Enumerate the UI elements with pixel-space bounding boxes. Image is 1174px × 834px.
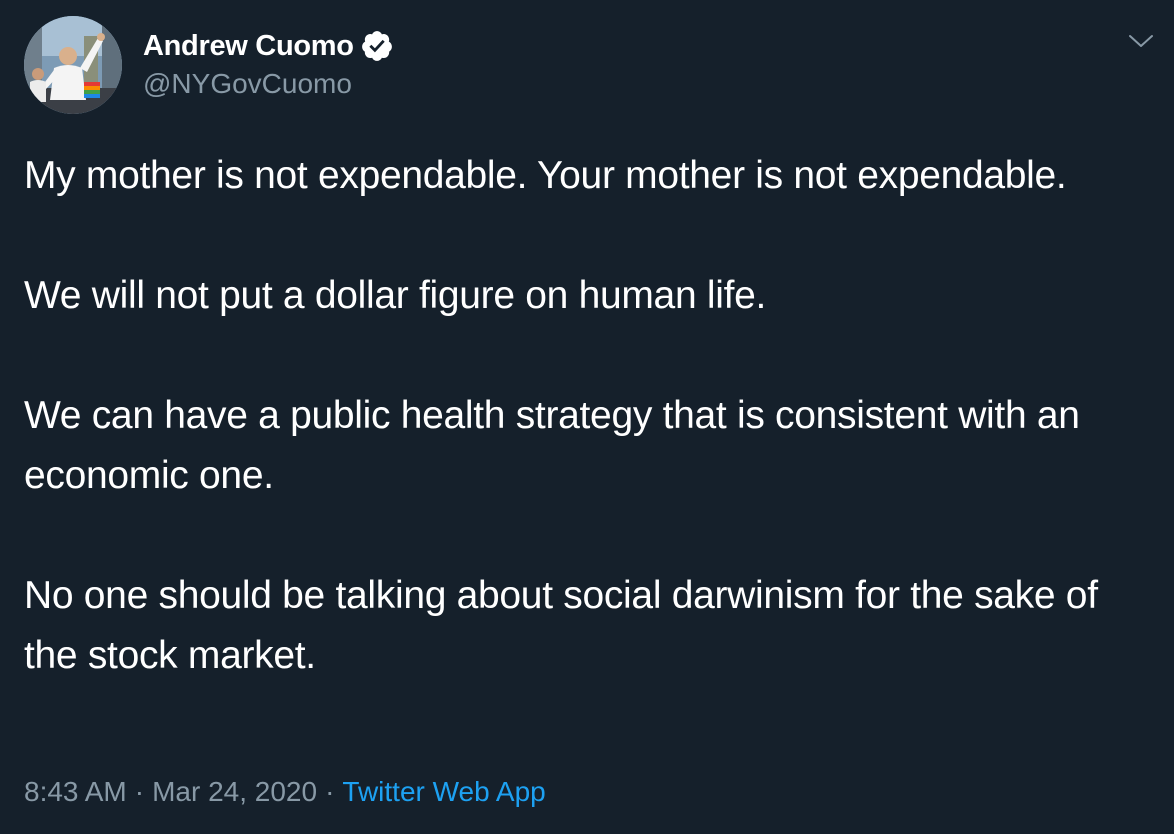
author-name[interactable]: Andrew Cuomo <box>143 28 354 64</box>
avatar[interactable] <box>24 16 122 114</box>
separator: · <box>325 776 335 807</box>
tweet-card: Andrew Cuomo @NYGovCuomo My mother is no… <box>0 0 1174 834</box>
tweet-source-link[interactable]: Twitter Web App <box>342 776 545 807</box>
avatar-photo <box>24 16 122 114</box>
tweet-paragraph: We will not put a dollar figure on human… <box>24 274 767 317</box>
tweet-date[interactable]: Mar 24, 2020 <box>152 776 317 807</box>
tweet-paragraph: My mother is not expendable. Your mother… <box>24 154 1067 197</box>
tweet-time[interactable]: 8:43 AM <box>24 776 127 807</box>
author-name-row[interactable]: Andrew Cuomo <box>143 28 394 64</box>
tweet-paragraph: We can have a public health strategy tha… <box>24 394 1080 497</box>
chevron-down-icon[interactable] <box>1126 26 1156 56</box>
separator: · <box>134 776 145 807</box>
author-handle[interactable]: @NYGovCuomo <box>143 66 352 102</box>
tweet-text: My mother is not expendable. Your mother… <box>24 146 1154 686</box>
tweet-metadata: 8:43 AM · Mar 24, 2020 · Twitter Web App <box>24 772 546 812</box>
verified-badge-icon <box>360 29 394 63</box>
tweet-paragraph: No one should be talking about social da… <box>24 574 1098 677</box>
